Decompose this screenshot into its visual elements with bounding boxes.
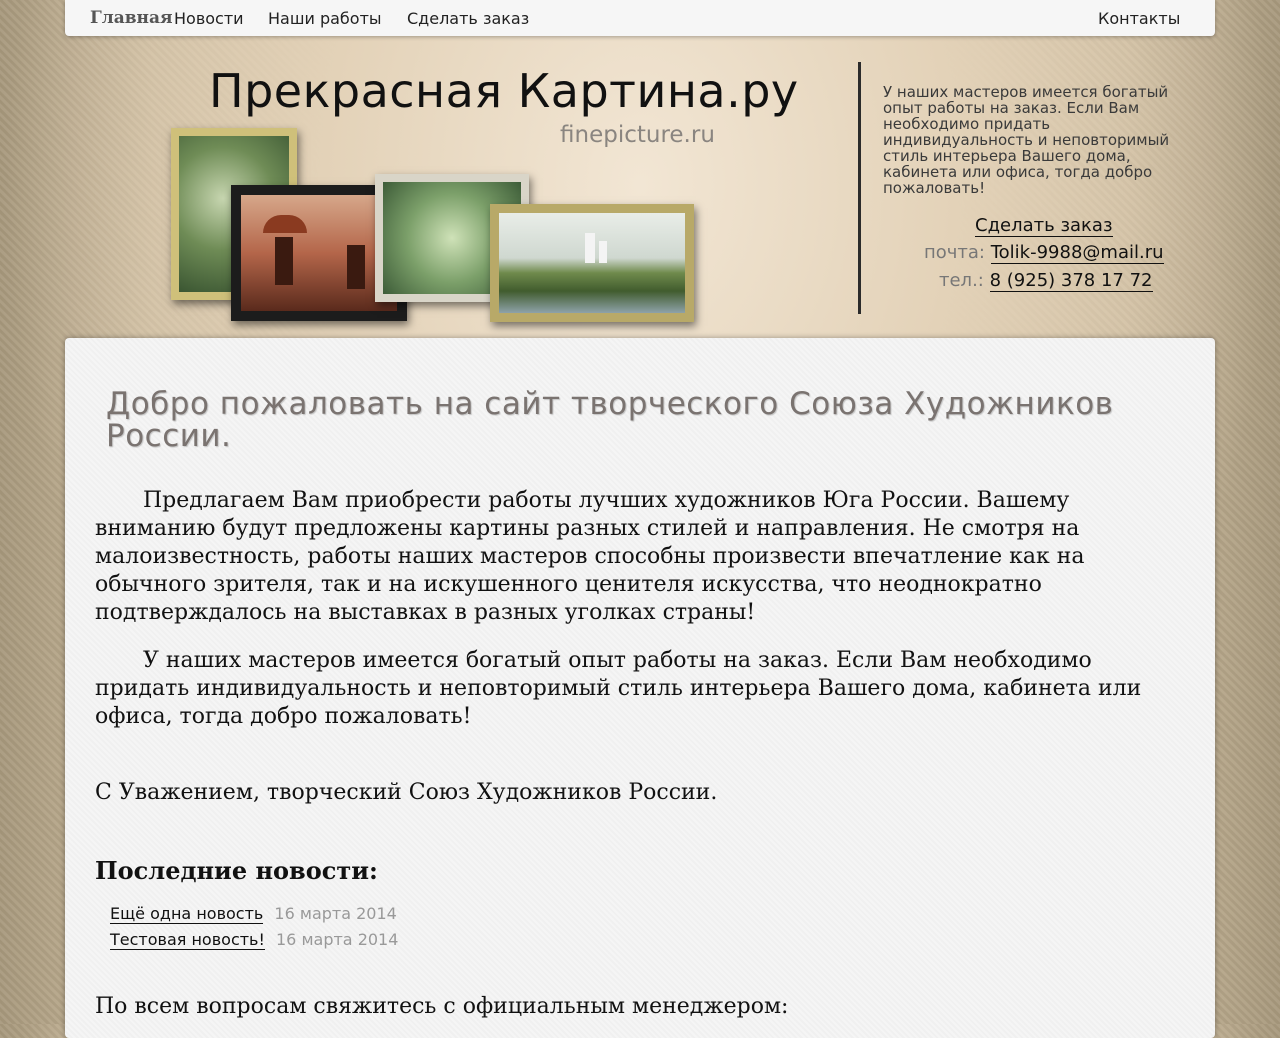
page-title: Добро пожаловать на сайт творческого Сою…	[106, 386, 1114, 454]
main-content: Добро пожаловать на сайт творческого Сою…	[65, 338, 1215, 1038]
news-item: Тестовая новость! 16 марта 2014	[110, 930, 399, 950]
nav-news[interactable]: Новости	[174, 9, 244, 28]
logo-title[interactable]: Прекрасная Картина.ру	[209, 64, 799, 118]
email-label: почта:	[924, 242, 985, 263]
nav-make-order[interactable]: Сделать заказ	[407, 9, 529, 28]
news-date: 16 марта 2014	[276, 930, 399, 949]
phone-row: тел.: 8 (925) 378 17 72	[939, 270, 1153, 292]
email-link[interactable]: Tolik-9988@mail.ru	[990, 242, 1164, 264]
painting-landscape-church	[490, 204, 694, 322]
top-nav: Главная Новости Наши работы Сделать зака…	[65, 0, 1215, 36]
nav-our-works[interactable]: Наши работы	[268, 9, 382, 28]
header-divider	[858, 62, 861, 314]
email-row: почта: Tolik-9988@mail.ru	[924, 242, 1164, 264]
header-order-link[interactable]: Сделать заказ	[975, 215, 1113, 237]
news-link[interactable]: Тестовая новость!	[110, 930, 265, 950]
news-date: 16 марта 2014	[274, 904, 397, 923]
news-item: Ещё одна новость 16 марта 2014	[110, 904, 397, 924]
order-paragraph: У наших мастеров имеется богатый опыт ра…	[95, 648, 1142, 729]
contact-prompt: По всем вопросам свяжитесь с официальным…	[95, 994, 789, 1019]
signature: С Уважением, творческий Союз Художников …	[95, 780, 718, 805]
site-header: Прекрасная Картина.ру finepicture.ru У н…	[65, 36, 1215, 336]
phone-link[interactable]: 8 (925) 378 17 72	[989, 270, 1153, 292]
news-heading: Последние новости:	[95, 856, 378, 885]
logo-subtitle: finepicture.ru	[560, 122, 715, 148]
nav-contacts[interactable]: Контакты	[1098, 9, 1180, 28]
header-intro-text: У наших мастеров имеется богатый опыт ра…	[883, 83, 1170, 197]
phone-label: тел.:	[939, 270, 984, 291]
nav-home[interactable]: Главная	[90, 8, 173, 28]
news-link[interactable]: Ещё одна новость	[110, 904, 264, 924]
intro-paragraph: Предлагаем Вам приобрести работы лучших …	[95, 488, 1085, 625]
